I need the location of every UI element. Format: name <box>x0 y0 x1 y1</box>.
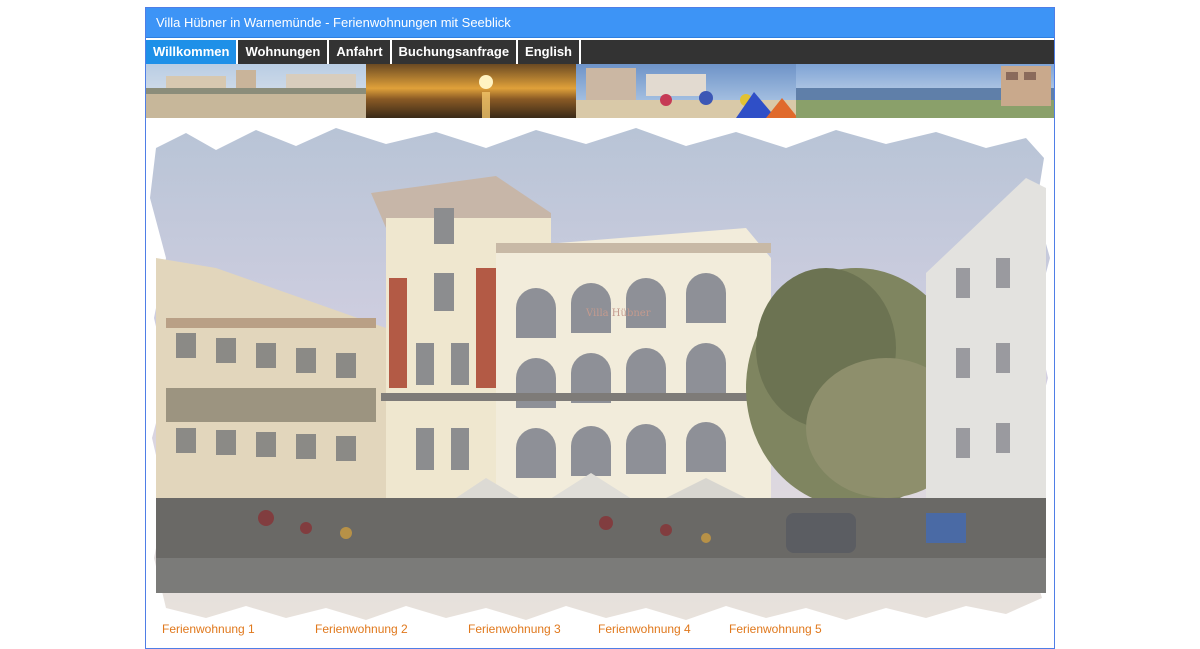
apartment-link-5[interactable]: Ferienwohnung 5 <box>729 622 822 636</box>
apartment-links: Ferienwohnung 1 Ferienwohnung 2 Ferienwo… <box>146 622 1054 642</box>
svg-text:Villa Hübner: Villa Hübner <box>585 308 651 319</box>
main-navigation: Willkommen Wohnungen Anfahrt Buchungsanf… <box>146 40 1054 64</box>
page-container: Villa Hübner in Warnemünde - Ferienwohnu… <box>145 7 1055 649</box>
apartment-link-3[interactable]: Ferienwohnung 3 <box>468 622 561 636</box>
nav-item-wohnungen[interactable]: Wohnungen <box>238 40 330 64</box>
site-title: Villa Hübner in Warnemünde - Ferienwohnu… <box>146 8 1054 38</box>
apartment-link-1[interactable]: Ferienwohnung 1 <box>162 622 255 636</box>
nav-item-english[interactable]: English <box>518 40 581 64</box>
apartment-link-4[interactable]: Ferienwohnung 4 <box>598 622 691 636</box>
apartment-link-2[interactable]: Ferienwohnung 2 <box>315 622 408 636</box>
banner-image <box>146 64 1054 118</box>
villa-hero-image: Villa Hübner <box>146 118 1054 628</box>
nav-item-buchungsanfrage[interactable]: Buchungsanfrage <box>392 40 519 64</box>
nav-item-willkommen[interactable]: Willkommen <box>146 40 239 64</box>
nav-item-anfahrt[interactable]: Anfahrt <box>329 40 392 64</box>
